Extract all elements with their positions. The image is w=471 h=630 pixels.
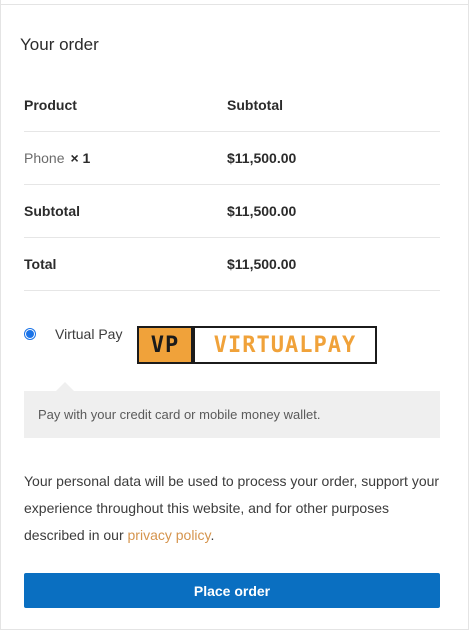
payment-description: Pay with your credit card or mobile mone… [38, 407, 321, 422]
order-heading: Your order [20, 35, 99, 54]
subtotal-label: Subtotal [24, 203, 80, 219]
payment-method-label[interactable]: Virtual Pay [55, 326, 122, 342]
line-item-subtotal: $11,500.00 [227, 150, 297, 166]
subtotal-row: Subtotal $11,500.00 [24, 185, 440, 238]
product-column-header: Product [24, 97, 77, 113]
payment-method-radio[interactable] [24, 328, 36, 340]
payment-method-option[interactable]: Virtual Pay [24, 326, 122, 342]
order-table: Product Subtotal Phone × 1 $11,500.00 Sub… [24, 79, 440, 291]
logo-name: VIRTUALPAY [213, 332, 357, 358]
subtotal-column-header: Subtotal [227, 97, 283, 113]
privacy-policy-link[interactable]: privacy policy [128, 527, 211, 543]
virtualpay-logo: VP VIRTUALPAY [137, 326, 377, 364]
payment-box-notch [56, 382, 74, 391]
logo-mark: VP [139, 328, 191, 362]
product-quantity: × 1 [70, 150, 91, 166]
place-order-button[interactable]: Place order [24, 573, 440, 608]
total-value: $11,500.00 [227, 256, 297, 272]
total-row: Total $11,500.00 [24, 238, 440, 291]
total-label: Total [24, 256, 57, 272]
line-item-product: Phone × 1 [24, 150, 227, 166]
privacy-text-end: . [210, 527, 215, 543]
privacy-text: Your personal data will be used to proce… [24, 473, 440, 543]
product-name: Phone [24, 150, 65, 166]
table-row: Phone × 1 $11,500.00 [24, 132, 440, 185]
order-table-header: Product Subtotal [24, 79, 440, 132]
privacy-notice: Your personal data will be used to proce… [24, 468, 444, 549]
radio-selected-dot [26, 330, 34, 338]
subtotal-value: $11,500.00 [227, 203, 297, 219]
payment-description-box: Pay with your credit card or mobile mone… [24, 391, 440, 438]
